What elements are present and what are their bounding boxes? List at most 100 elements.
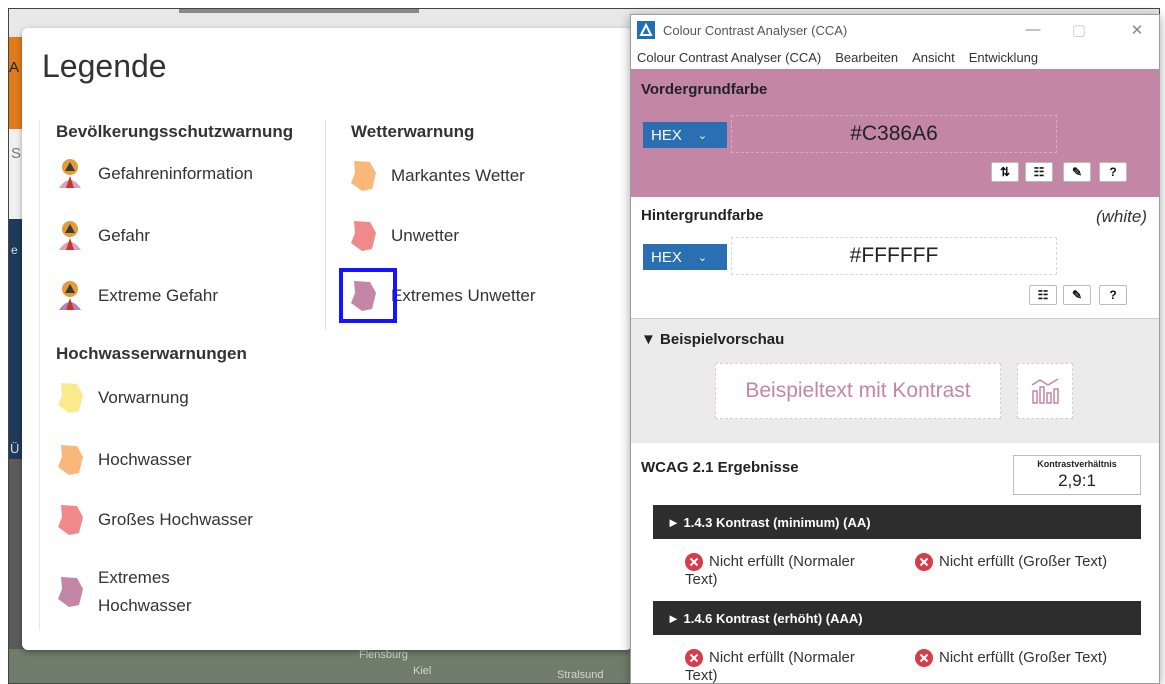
result-text: Nicht erfüllt (Normaler Text): [685, 649, 855, 683]
person-warning-icon: [52, 216, 88, 256]
background-scroll-indicator: [179, 9, 419, 13]
preview-sample-text: Beispieltext mit Kontrast: [715, 363, 1001, 419]
background-color-name: (white): [1095, 207, 1147, 226]
legend-item-label: Extremes Hochwasser: [98, 564, 192, 620]
menu-item-cca[interactable]: Colour Contrast Analyser (CCA): [637, 50, 821, 65]
region-orange-icon: [345, 156, 381, 196]
menu-item-ansicht[interactable]: Ansicht: [912, 50, 955, 65]
legend-item-label-line1: Extremes: [98, 568, 170, 587]
legend-item-label: Gefahreninformation: [98, 164, 253, 183]
result-1-4-3-large: Nicht erfüllt (Großer Text): [915, 553, 1107, 571]
legend-item-label: Unwetter: [391, 226, 460, 245]
chart-icon: [1031, 378, 1059, 404]
legend-item-label: Extreme Gefahr: [98, 286, 218, 305]
background-navy-panel: e Ü: [9, 219, 23, 459]
eyedropper-button[interactable]: ✎: [1063, 162, 1091, 182]
legend-item-label: Extremes Unwetter: [391, 286, 536, 305]
fail-icon: [915, 649, 933, 667]
wcag-label: WCAG 2.1 Ergebnisse: [641, 459, 799, 476]
result-text-line2: Text): [685, 571, 718, 588]
menu-item-bearbeiten[interactable]: Bearbeiten: [835, 50, 898, 65]
result-text-line1: Nicht erfüllt (Normaler: [709, 553, 855, 570]
legend-column-divider: [325, 120, 326, 330]
region-yellow-icon: [52, 378, 88, 418]
result-text: Nicht erfüllt (Großer Text): [939, 649, 1108, 666]
preview-chart: [1017, 363, 1073, 419]
maximize-button[interactable]: ▢: [1067, 21, 1091, 39]
map-label-stralsund: Stralsund: [557, 669, 604, 681]
swap-colors-button[interactable]: ⇅: [991, 162, 1019, 182]
background-section: Hintergrundfarbe (white) HEX ⌄ #FFFFFF ☷…: [631, 197, 1159, 319]
legend-item-label-line2: Hochwasser: [98, 596, 192, 615]
foreground-format-select[interactable]: HEX ⌄: [643, 122, 727, 148]
wcag-section: WCAG 2.1 Ergebnisse Kontrastverhältnis 2…: [631, 443, 1159, 683]
preview-section: ▼ Beispielvorschau Beispieltext mit Kont…: [631, 319, 1159, 443]
color-sliders-button[interactable]: ☷: [1025, 162, 1053, 182]
criterion-1-4-3-toggle[interactable]: ► 1.4.3 Kontrast (minimum) (AA): [653, 505, 1141, 539]
person-warning-icon: [52, 276, 88, 316]
foreground-hex-input[interactable]: #C386A6: [731, 115, 1057, 153]
region-red-icon: [52, 500, 88, 540]
legend-item-gefahr: Gefahr: [52, 216, 150, 256]
help-button[interactable]: ?: [1099, 285, 1127, 305]
result-text: Nicht erfüllt (Normaler Text): [685, 553, 855, 589]
legend-item-label: Großes Hochwasser: [98, 510, 253, 529]
swap-icon: ⇅: [999, 165, 1011, 179]
background-hex-input[interactable]: #FFFFFF: [731, 237, 1057, 275]
contrast-ratio-box: Kontrastverhältnis 2,9:1: [1013, 455, 1141, 495]
eyedropper-icon: ✎: [1071, 165, 1083, 179]
minimize-button[interactable]: —: [1021, 21, 1045, 38]
menu-item-entwicklung[interactable]: Entwicklung: [969, 50, 1038, 65]
legend-item-extremes-hochwasser: Extremes Hochwasser: [52, 564, 192, 620]
sliders-icon: ☷: [1033, 165, 1045, 179]
help-button[interactable]: ?: [1099, 162, 1127, 182]
app-logo-icon: [637, 21, 655, 39]
foreground-label: Vordergrundfarbe: [641, 81, 768, 98]
result-text-line1: Nicht erfüllt (Normaler: [709, 649, 855, 666]
background-orange-header: A: [9, 37, 23, 129]
result-text-line2: Text): [685, 667, 718, 684]
preview-toggle[interactable]: ▼ Beispielvorschau: [641, 331, 784, 348]
format-value: HEX: [651, 126, 682, 144]
section-title-hochwasser: Hochwasserwarnungen: [56, 344, 247, 363]
help-icon: ?: [1109, 165, 1117, 179]
close-button[interactable]: ✕: [1125, 21, 1149, 39]
background-letter: Ü: [10, 441, 20, 456]
legend-item-grosses-hochwasser: Großes Hochwasser: [52, 500, 253, 540]
legend-item-label: Hochwasser: [98, 450, 192, 469]
legend-item-label: Vorwarnung: [98, 388, 189, 407]
background-white-strip: S: [9, 129, 23, 219]
region-red-icon: [345, 216, 381, 256]
highlight-box: [339, 268, 397, 323]
legend-left-divider: [39, 120, 40, 630]
cca-window: Colour Contrast Analyser (CCA) — ▢ ✕ Col…: [630, 14, 1160, 684]
legend-item-hochwasser: Hochwasser: [52, 440, 192, 480]
contrast-ratio-value: 2,9:1: [1058, 471, 1096, 490]
legend-item-vorwarnung: Vorwarnung: [52, 378, 189, 418]
menu-bar: Colour Contrast Analyser (CCA) Bearbeite…: [631, 45, 1159, 69]
map-label-kiel: Kiel: [413, 665, 432, 677]
result-text: Nicht erfüllt (Großer Text): [939, 553, 1108, 570]
region-orange-icon: [52, 440, 88, 480]
section-title-bevoelkerungsschutz: Bevölkerungsschutzwarnung: [56, 122, 294, 141]
legend-item-label: Gefahr: [98, 226, 150, 245]
legend-item-unwetter: Unwetter: [345, 216, 459, 256]
legend-title: Legende: [42, 48, 167, 84]
criterion-1-4-6-toggle[interactable]: ► 1.4.6 Kontrast (erhöht) (AAA): [653, 601, 1141, 635]
legend-item-label: Markantes Wetter: [391, 166, 525, 185]
region-purple-icon: [52, 572, 88, 612]
fail-icon: [685, 649, 703, 667]
legend-item-extreme-gefahr: Extreme Gefahr: [52, 276, 218, 316]
legend-item-gefahreninformation: Gefahreninformation: [52, 154, 253, 194]
window-title: Colour Contrast Analyser (CCA): [663, 22, 848, 38]
result-1-4-6-normal: Nicht erfüllt (Normaler Text): [685, 649, 855, 683]
person-warning-icon: [52, 154, 88, 194]
foreground-section: Vordergrundfarbe HEX ⌄ #C386A6 ⇅ ☷ ✎ ?: [631, 69, 1159, 197]
background-format-select[interactable]: HEX ⌄: [643, 244, 727, 270]
background-letter: A: [9, 59, 20, 76]
fail-icon: [685, 553, 703, 571]
eyedropper-button[interactable]: ✎: [1063, 285, 1091, 305]
chevron-down-icon: ⌄: [697, 129, 708, 142]
result-1-4-3-normal: Nicht erfüllt (Normaler Text): [685, 553, 855, 589]
color-sliders-button[interactable]: ☷: [1029, 285, 1057, 305]
